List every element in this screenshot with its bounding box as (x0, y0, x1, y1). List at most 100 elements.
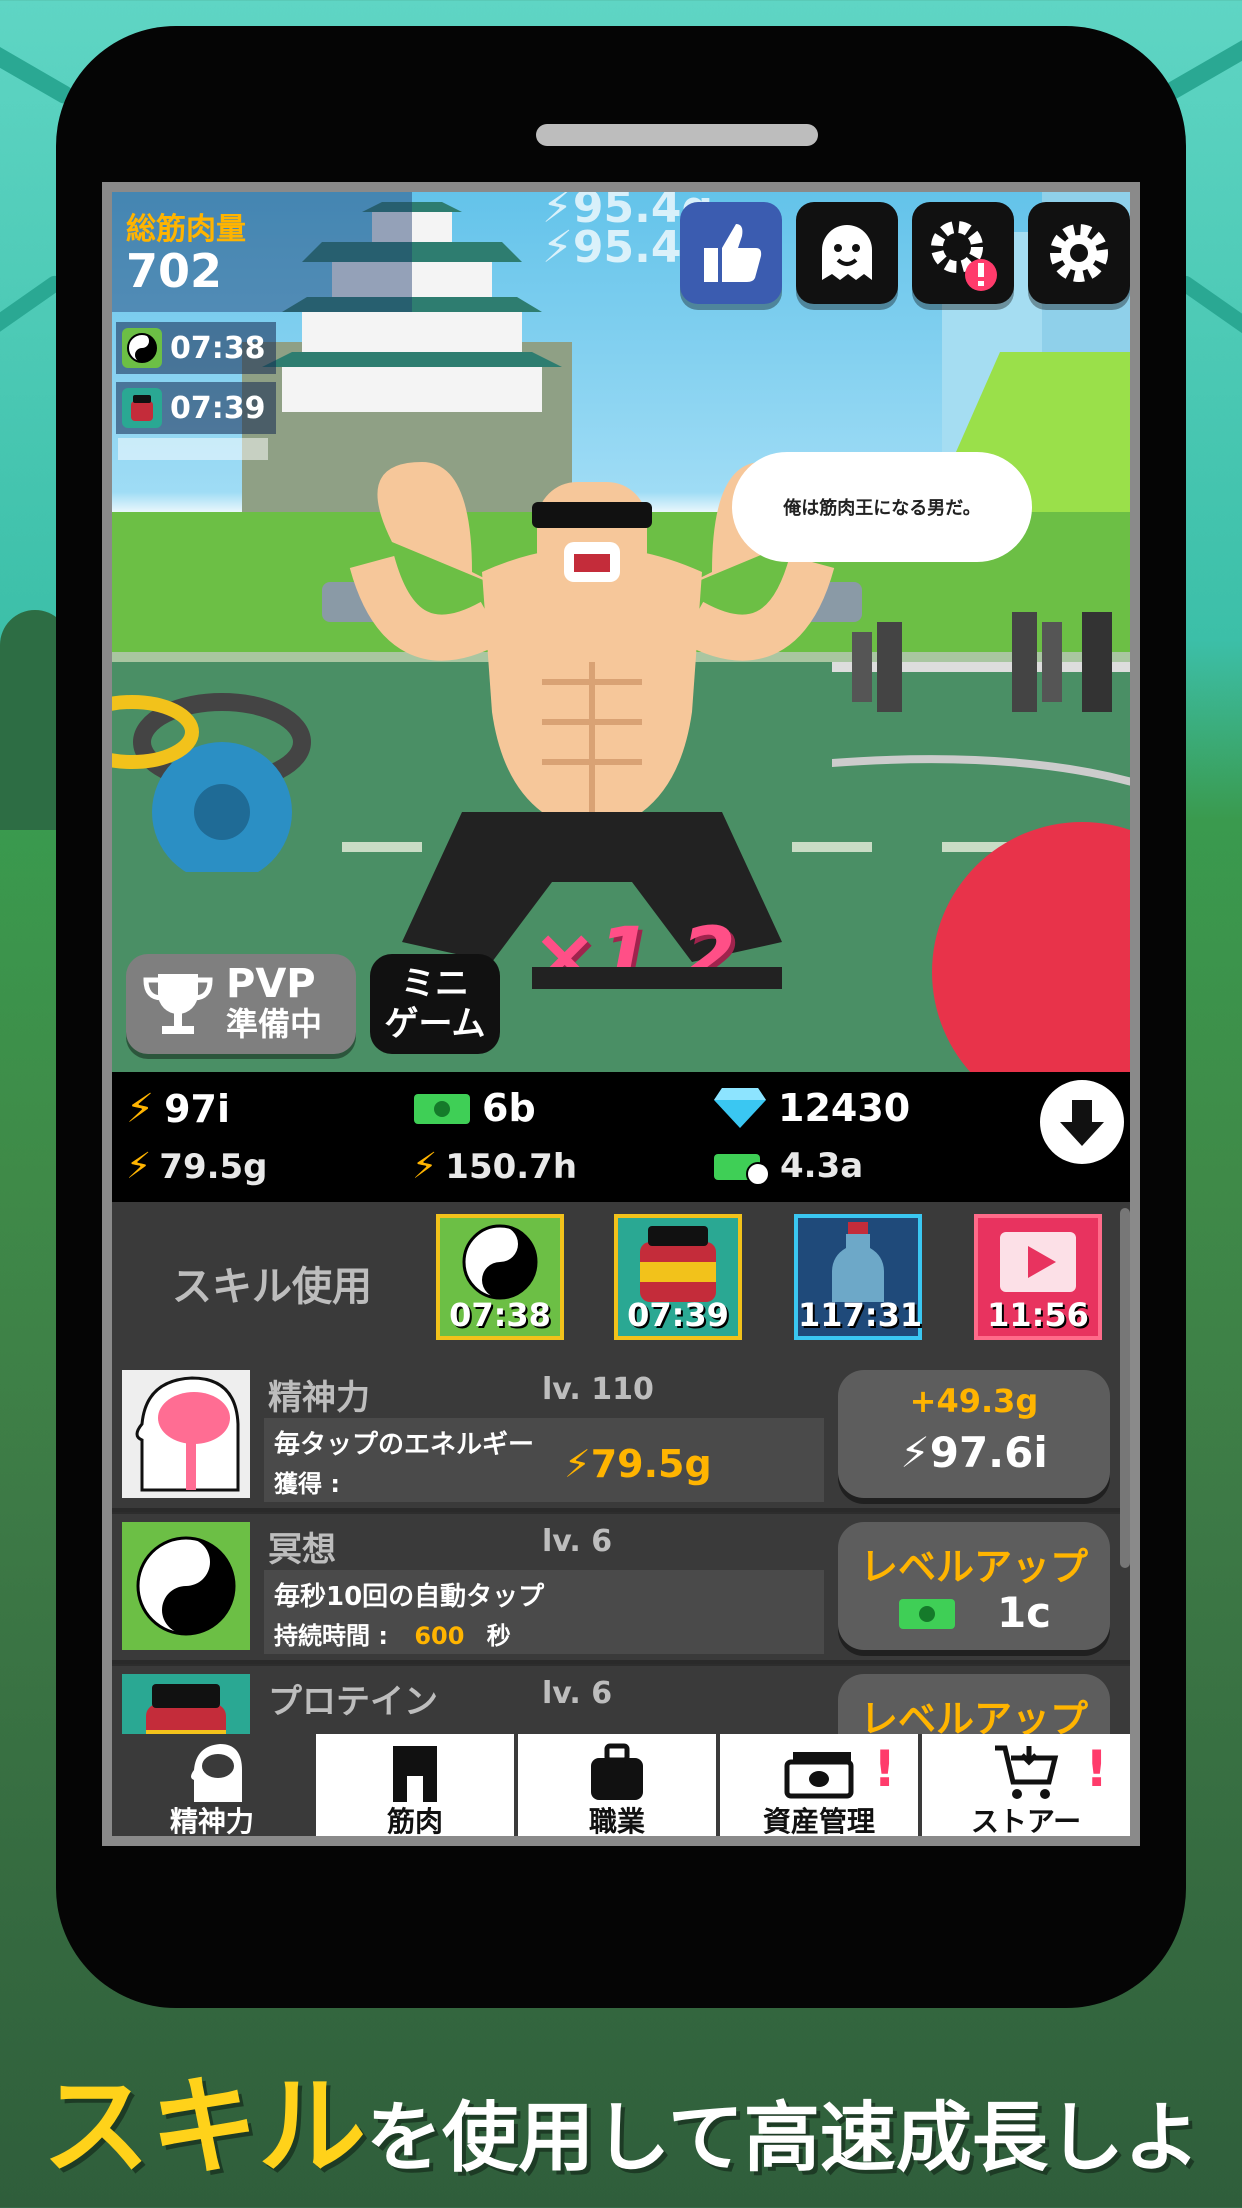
head-icon (112, 1740, 312, 1804)
tap-energy-value: ⚡79.5g (564, 1442, 712, 1486)
cash-clock-icon (714, 1154, 770, 1186)
level-up-cost: 1c (838, 1588, 1110, 1637)
settings-gear-icon (1050, 224, 1108, 282)
skill-timer: 07:39 (627, 1296, 729, 1334)
like-button[interactable] (680, 202, 782, 304)
skill-timer: 07:38 (449, 1296, 551, 1334)
upgrade-button[interactable]: +49.3g ⚡97.6i (838, 1370, 1110, 1498)
protein-timer: 07:39 (116, 382, 276, 434)
achievement-gear-icon (931, 221, 997, 291)
list-item: 冥想 lv. 6 毎秒10回の自動タップ 持続時間 : 600 秒 レベルアップ… (112, 1514, 1130, 1664)
protein-jar-icon (640, 1226, 716, 1302)
bottom-nav: 精神力 筋肉 職業 ! 資産管理 ! ストアー (112, 1734, 1130, 1838)
energy-total: ⚡ 97i (126, 1086, 230, 1132)
meditation-timer-text: 07:38 (170, 330, 266, 366)
multiplier-bar (532, 967, 782, 989)
achievement-button[interactable] (912, 202, 1014, 304)
skill-bar-label: スキル使用 (172, 1264, 372, 1310)
yin-yang-icon (122, 328, 162, 368)
game-screen: 総筋肉量 702 ⚡95.4g ⚡95.4g 07:38 07:39 俺は筋肉王… (102, 182, 1140, 1846)
arrow-down-icon (1060, 1100, 1104, 1146)
protein-jar-icon (122, 388, 162, 428)
list-scrollbar[interactable] (1120, 1208, 1130, 1568)
meditation-timer: 07:38 (116, 322, 276, 374)
upgrade-list[interactable]: 精神力 lv. 110 毎タップのエネルギー 獲得 : ⚡79.5g +49.3… (112, 1362, 1130, 1742)
tab-label: 職業 (588, 1805, 645, 1838)
energy-per-tap: ⚡ 79.5g (126, 1146, 268, 1187)
energy-value: 97i (164, 1087, 230, 1131)
level-up-button[interactable]: レベルアップ 1c (838, 1522, 1110, 1650)
cash-icon (898, 1598, 955, 1629)
item-level: lv. 6 (542, 1524, 613, 1559)
skill-video-button[interactable]: 11:56 (974, 1214, 1102, 1340)
kettlebell (112, 693, 311, 872)
energy-clock-icon: ⚡ (412, 1146, 438, 1187)
like-icon (704, 224, 762, 282)
tab-job[interactable]: 職業 (518, 1734, 716, 1838)
cash-per-hour: 4.3a (712, 1146, 863, 1186)
item-desc-line1: 毎秒10回の自動タップ (274, 1582, 545, 1612)
minigame-button[interactable]: ミニ ゲーム (370, 954, 500, 1054)
yin-yang-icon (462, 1224, 538, 1300)
video-icon (1000, 1232, 1076, 1292)
pvp-button[interactable]: PVP 準備中 (126, 954, 356, 1054)
tab-label: 筋肉 (386, 1805, 443, 1838)
list-item: プロテイン lv. 6 レベルアップ (112, 1666, 1130, 1742)
skill-protein-button[interactable]: 07:39 (614, 1214, 742, 1340)
tab-store[interactable]: ! ストアー (922, 1734, 1130, 1836)
total-muscle-label: 総筋肉量 (126, 212, 246, 247)
skill-water-button[interactable]: 117:31 (794, 1214, 922, 1340)
pvp-label: PVP (226, 961, 316, 1007)
tap-energy-icon: ⚡ (126, 1146, 152, 1187)
upgrade-cost: ⚡97.6i (900, 1428, 1048, 1477)
item-name: 精神力 (268, 1378, 370, 1418)
tab-mental[interactable]: 精神力 (112, 1734, 312, 1836)
item-desc-line2: 獲得 : (274, 1470, 340, 1498)
pvp-status: 準備中 (226, 1005, 323, 1043)
level-up-button[interactable]: レベルアップ (838, 1674, 1110, 1742)
diamond-icon (714, 1088, 766, 1128)
skill-timer: 11:56 (987, 1296, 1089, 1334)
energy-per-hour-value: 150.7h (445, 1146, 578, 1187)
energy-per-tap-value: 79.5g (159, 1146, 268, 1187)
skill-meditation-button[interactable]: 07:38 (436, 1214, 564, 1340)
brain-head-icon (122, 1370, 250, 1498)
duration-value: 600 (414, 1622, 465, 1650)
item-level: lv. 110 (542, 1372, 654, 1407)
trophy-icon (143, 974, 213, 1034)
energy-per-hour: ⚡ 150.7h (412, 1146, 577, 1187)
alert-badge: ! (1085, 1740, 1108, 1798)
tab-muscle[interactable]: 筋肉 (316, 1734, 514, 1838)
hud-progress-strip (118, 438, 268, 460)
level-up-cost-value: 1c (996, 1588, 1052, 1637)
torso-icon (316, 1740, 514, 1804)
speech-bubble: 俺は筋肉王になる男だ。 (732, 452, 1032, 562)
item-description: 毎タップのエネルギー 獲得 : ⚡79.5g (264, 1418, 824, 1502)
minigame-label-2: ゲーム (384, 1004, 486, 1044)
collapse-button[interactable] (1032, 1072, 1130, 1172)
cash-value: 6b (482, 1086, 536, 1130)
item-desc-line2: 持続時間 : 600 秒 (274, 1616, 511, 1651)
total-muscle-value: 702 (126, 244, 223, 298)
item-level: lv. 6 (542, 1676, 613, 1711)
alert-badge: ! (873, 1740, 896, 1798)
cash-per-hour-value: 4.3a (780, 1146, 864, 1186)
list-item: 精神力 lv. 110 毎タップのエネルギー 獲得 : ⚡79.5g +49.3… (112, 1362, 1130, 1512)
ghost-button[interactable] (796, 202, 898, 304)
duration-label: 持続時間 : (274, 1622, 388, 1650)
gym-scene[interactable]: 総筋肉量 702 ⚡95.4g ⚡95.4g 07:38 07:39 俺は筋肉王… (112, 192, 1130, 1072)
skill-timer: 117:31 (798, 1296, 923, 1334)
phone-speaker (536, 124, 818, 146)
cash-icon (414, 1094, 470, 1124)
item-desc-line1: 毎タップのエネルギー (274, 1430, 535, 1460)
settings-button[interactable] (1028, 202, 1130, 304)
upgrade-gain: +49.3g (909, 1382, 1039, 1420)
briefcase-icon (518, 1740, 716, 1804)
resource-bar: ⚡ 97i 6b 12430 ⚡ 79.5g ⚡ 150.7h 4.3a (112, 1072, 1130, 1202)
caption-text: を使用して高速成長しよう! (366, 2093, 1200, 2182)
gem-total: 12430 (712, 1086, 910, 1130)
yin-yang-icon (122, 1522, 250, 1650)
lightning-icon: ⚡ (126, 1086, 155, 1132)
tab-assets[interactable]: ! 資産管理 (720, 1734, 918, 1836)
upgrade-cost-value: 97.6i (929, 1428, 1048, 1477)
